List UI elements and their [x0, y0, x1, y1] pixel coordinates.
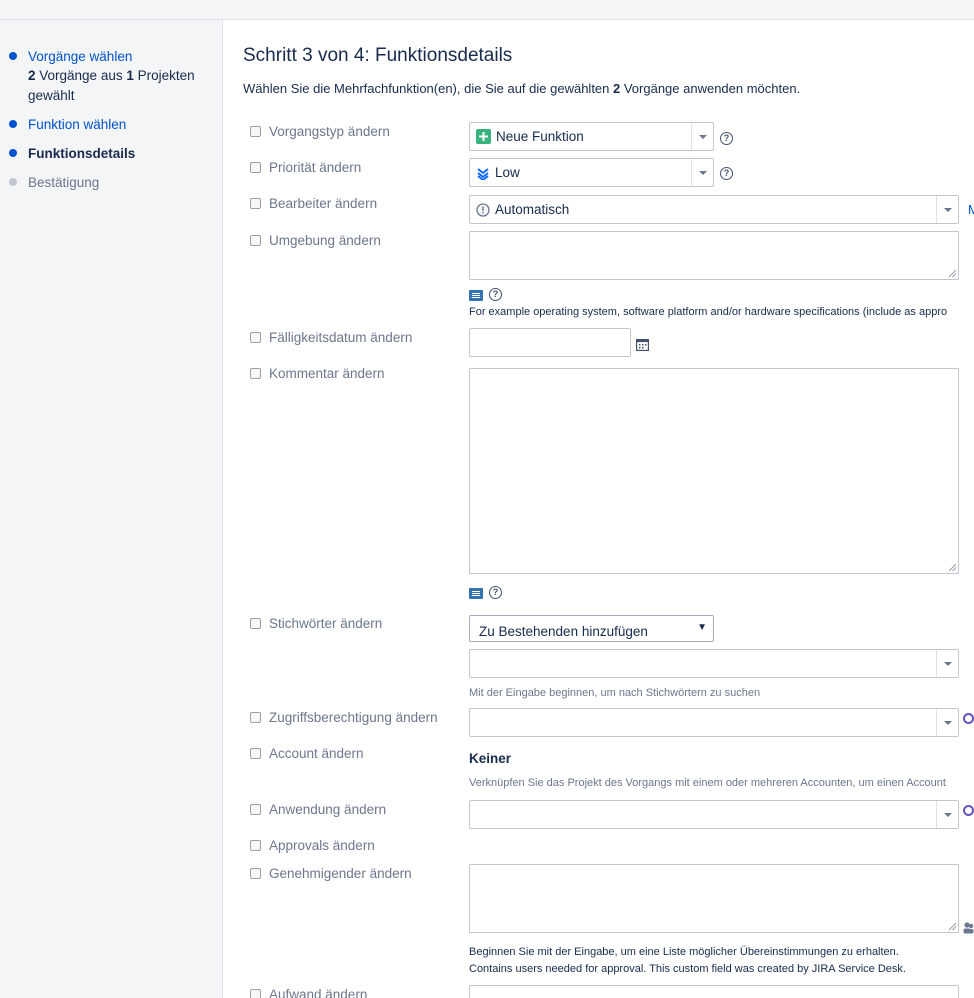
- step-label: Bestätigung: [28, 175, 100, 190]
- labels-mode-select[interactable]: Zu Bestehenden hinzufügen ▼: [469, 615, 714, 642]
- aufwand-checkbox-row[interactable]: Aufwand ändern: [250, 987, 367, 998]
- calendar-icon[interactable]: [636, 338, 649, 351]
- help-icon[interactable]: ?: [720, 167, 733, 180]
- wiki-renderer-icon[interactable]: [469, 588, 483, 599]
- new-feature-icon: [476, 129, 491, 144]
- help-icon[interactable]: ?: [489, 586, 502, 599]
- approvers-textarea[interactable]: [469, 864, 959, 933]
- step-dot-icon: [9, 52, 17, 60]
- bearbeiter-checkbox[interactable]: [250, 198, 261, 209]
- chevron-down-icon[interactable]: [936, 801, 958, 828]
- faelligkeit-checkbox[interactable]: [250, 332, 261, 343]
- search-icon[interactable]: [963, 805, 974, 816]
- aufwand-checkbox[interactable]: [250, 989, 261, 998]
- environment-textarea[interactable]: [469, 231, 959, 280]
- approvers-description: Contains users needed for approval. This…: [469, 963, 906, 975]
- effort-input[interactable]: [469, 985, 959, 998]
- access-select[interactable]: [469, 708, 959, 737]
- step-dot-icon: [9, 120, 17, 128]
- umgebung-checkbox-row[interactable]: Umgebung ändern: [250, 233, 381, 248]
- anwendung-checkbox[interactable]: [250, 804, 261, 815]
- search-icon[interactable]: [963, 713, 974, 724]
- issue-type-select[interactable]: Neue Funktion: [469, 122, 714, 151]
- assign-to-me-link[interactable]: M: [968, 202, 974, 217]
- wizard-sidebar: Vorgänge wählen 2 Vorgänge aus 1 Projekt…: [0, 20, 223, 998]
- chevron-down-icon[interactable]: [691, 159, 713, 186]
- account-hint: Verknüpfen Sie das Projekt des Vorgangs …: [469, 777, 946, 789]
- approvers-hint: Beginnen Sie mit der Eingabe, um eine Li…: [469, 946, 899, 958]
- genehmigender-checkbox[interactable]: [250, 868, 261, 879]
- main-content: Schritt 3 von 4: Funktionsdetails Wählen…: [224, 20, 974, 998]
- help-icon[interactable]: ?: [720, 132, 733, 145]
- step-label[interactable]: Vorgänge wählen: [28, 47, 218, 67]
- wiki-renderer-icon[interactable]: [469, 290, 483, 301]
- dropdown-arrow-icon: ▼: [697, 622, 707, 633]
- step-detail: 2 Vorgänge aus 1 Projekten gewählt: [28, 68, 195, 103]
- step-label[interactable]: Funktion wählen: [28, 115, 218, 135]
- due-date-input[interactable]: [469, 328, 631, 357]
- priority-select[interactable]: Low: [469, 158, 714, 187]
- top-bar: [0, 0, 974, 20]
- automatic-avatar-icon: [476, 202, 490, 217]
- account-checkbox-row[interactable]: Account ändern: [250, 746, 364, 761]
- vorgangstyp-checkbox[interactable]: [250, 126, 261, 137]
- account-value: Keiner: [469, 751, 512, 766]
- prioritaet-checkbox[interactable]: [250, 162, 261, 173]
- assignee-select[interactable]: Automatisch: [469, 195, 959, 224]
- approvals-checkbox-row[interactable]: Approvals ändern: [250, 838, 375, 853]
- umgebung-checkbox[interactable]: [250, 235, 261, 246]
- prioritaet-checkbox-row[interactable]: Priorität ändern: [250, 160, 361, 175]
- approvals-checkbox[interactable]: [250, 840, 261, 851]
- environment-hint: For example operating system, software p…: [469, 306, 948, 318]
- chevron-down-icon[interactable]: [691, 123, 713, 150]
- vorgangstyp-checkbox-row[interactable]: Vorgangstyp ändern: [250, 124, 390, 139]
- step-dot-icon: [9, 178, 17, 186]
- bearbeiter-checkbox-row[interactable]: Bearbeiter ändern: [250, 196, 377, 211]
- chevron-down-icon[interactable]: [936, 709, 958, 736]
- step-dot-icon: [9, 149, 17, 157]
- users-picker-icon[interactable]: [963, 921, 974, 934]
- labels-hint: Mit der Eingabe beginnen, um nach Stichw…: [469, 687, 761, 699]
- help-icon[interactable]: ?: [489, 288, 502, 301]
- intro-text: Wählen Sie die Mehrfachfunktion(en), die…: [243, 81, 801, 96]
- page-title: Schritt 3 von 4: Funktionsdetails: [243, 45, 513, 66]
- chevron-down-icon[interactable]: [936, 650, 958, 677]
- zugriff-checkbox-row[interactable]: Zugriffsberechtigung ändern: [250, 710, 438, 725]
- faelligkeit-checkbox-row[interactable]: Fälligkeitsdatum ändern: [250, 330, 412, 345]
- stichwoerter-checkbox[interactable]: [250, 618, 261, 629]
- step-label-current: Funktionsdetails: [28, 146, 136, 161]
- application-select[interactable]: [469, 800, 959, 829]
- zugriff-checkbox[interactable]: [250, 712, 261, 723]
- labels-input[interactable]: [469, 649, 959, 678]
- genehmigender-checkbox-row[interactable]: Genehmigender ändern: [250, 866, 412, 881]
- account-checkbox[interactable]: [250, 748, 261, 759]
- comment-textarea[interactable]: [469, 368, 959, 574]
- stichwoerter-checkbox-row[interactable]: Stichwörter ändern: [250, 616, 382, 631]
- anwendung-checkbox-row[interactable]: Anwendung ändern: [250, 802, 386, 817]
- priority-low-icon: [477, 167, 489, 180]
- kommentar-checkbox-row[interactable]: Kommentar ändern: [250, 366, 385, 381]
- kommentar-checkbox[interactable]: [250, 368, 261, 379]
- chevron-down-icon[interactable]: [936, 196, 958, 223]
